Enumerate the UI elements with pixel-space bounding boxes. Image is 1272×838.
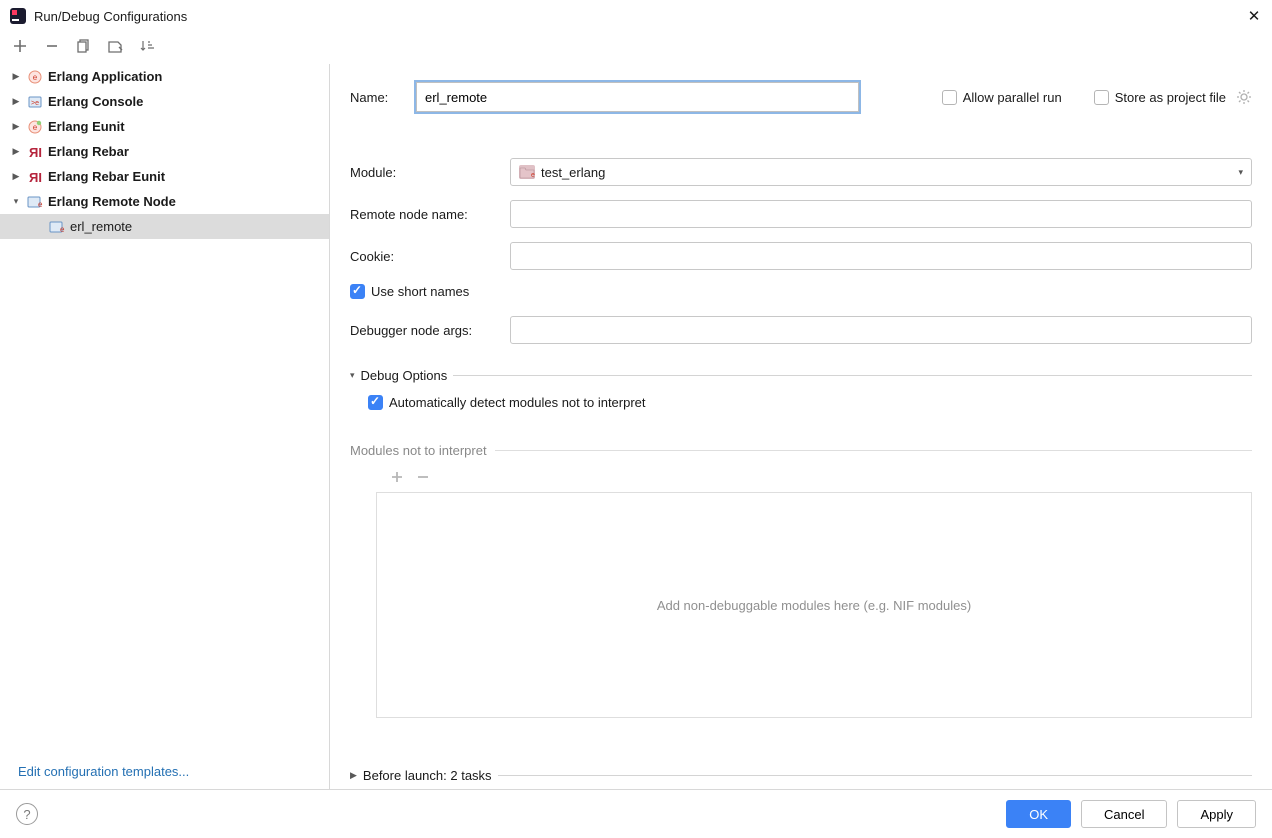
svg-text:ЯI: ЯI <box>29 170 42 184</box>
add-module-button[interactable] <box>390 470 404 484</box>
ok-button[interactable]: OK <box>1006 800 1071 828</box>
intellij-icon <box>10 8 26 24</box>
allow-parallel-checkbox[interactable]: Allow parallel run <box>942 90 1062 105</box>
tree-item-erlang-rebar[interactable]: ▶ ЯI Erlang Rebar <box>0 139 329 164</box>
erlang-eunit-icon: e <box>26 119 44 135</box>
chevron-right-icon: ▶ <box>10 96 22 107</box>
use-short-names-checkbox[interactable]: Use short names <box>350 284 469 299</box>
gear-icon[interactable] <box>1236 89 1252 105</box>
auto-detect-checkbox[interactable]: Automatically detect modules not to inte… <box>368 395 646 410</box>
debugger-args-label: Debugger node args: <box>350 323 510 338</box>
remove-module-button[interactable] <box>416 470 430 484</box>
svg-text:e: e <box>33 73 38 82</box>
config-tree-sidebar: ▶ e Erlang Application ▶ >e Erlang Conso… <box>0 64 330 789</box>
config-tree: ▶ e Erlang Application ▶ >e Erlang Conso… <box>0 64 329 754</box>
title-bar: Run/Debug Configurations ✕ <box>0 0 1272 32</box>
cancel-button[interactable]: Cancel <box>1081 800 1167 828</box>
chevron-right-icon: ▶ <box>10 171 22 182</box>
modules-drop-area[interactable]: Add non-debuggable modules here (e.g. NI… <box>376 492 1252 718</box>
svg-text:ЯI: ЯI <box>29 145 42 159</box>
config-toolbar <box>0 32 1272 64</box>
help-icon[interactable]: ? <box>16 803 38 825</box>
remote-node-icon: e <box>48 219 66 235</box>
chevron-down-icon: ▾ <box>1238 167 1243 178</box>
chevron-right-icon: ▶ <box>350 770 357 781</box>
tree-item-erlang-console[interactable]: ▶ >e Erlang Console <box>0 89 329 114</box>
config-form: Name: Allow parallel run Store as projec… <box>330 64 1272 789</box>
edit-templates-link[interactable]: Edit configuration templates... <box>0 754 329 789</box>
close-icon[interactable]: ✕ <box>1246 7 1262 25</box>
rebar-icon: ЯI <box>26 169 44 185</box>
chevron-right-icon: ▶ <box>10 71 22 82</box>
svg-text:e: e <box>531 172 535 179</box>
before-launch-section[interactable]: ▶ Before launch: 2 tasks <box>350 768 1252 783</box>
save-config-button[interactable] <box>106 36 126 56</box>
svg-text:e: e <box>33 123 38 132</box>
cookie-input[interactable] <box>510 242 1252 270</box>
remote-node-label: Remote node name: <box>350 207 510 222</box>
name-label: Name: <box>350 90 410 105</box>
tree-item-erlang-eunit[interactable]: ▶ e Erlang Eunit <box>0 114 329 139</box>
svg-text:e: e <box>60 225 65 234</box>
remote-node-input[interactable] <box>510 200 1252 228</box>
rebar-icon: ЯI <box>26 144 44 160</box>
tree-item-erlang-rebar-eunit[interactable]: ▶ ЯI Erlang Rebar Eunit <box>0 164 329 189</box>
modules-not-interpret-label: Modules not to interpret <box>350 443 1252 458</box>
name-input[interactable] <box>416 82 859 112</box>
module-select[interactable]: e test_erlang ▾ <box>510 158 1252 186</box>
apply-button[interactable]: Apply <box>1177 800 1256 828</box>
chevron-right-icon: ▶ <box>10 121 22 132</box>
erlang-console-icon: >e <box>26 94 44 110</box>
store-as-project-checkbox[interactable]: Store as project file <box>1094 90 1226 105</box>
add-config-button[interactable] <box>10 36 30 56</box>
tree-item-erlang-remote-node[interactable]: ▾ e Erlang Remote Node <box>0 189 329 214</box>
window-title: Run/Debug Configurations <box>34 9 1246 24</box>
module-label: Module: <box>350 165 510 180</box>
debug-options-section[interactable]: ▾ Debug Options <box>350 368 1252 383</box>
module-icon: e <box>519 165 535 179</box>
remove-config-button[interactable] <box>42 36 62 56</box>
dialog-footer: ? OK Cancel Apply <box>0 789 1272 838</box>
chevron-down-icon: ▾ <box>10 196 22 207</box>
svg-text:>e: >e <box>31 100 39 107</box>
chevron-down-icon: ▾ <box>350 370 355 381</box>
cookie-label: Cookie: <box>350 249 510 264</box>
tree-item-erl-remote[interactable]: e erl_remote <box>0 214 329 239</box>
tree-item-erlang-application[interactable]: ▶ e Erlang Application <box>0 64 329 89</box>
debugger-args-input[interactable] <box>510 316 1252 344</box>
svg-text:e: e <box>38 200 43 209</box>
sort-button[interactable] <box>138 36 158 56</box>
chevron-right-icon: ▶ <box>10 146 22 157</box>
copy-config-button[interactable] <box>74 36 94 56</box>
remote-node-icon: e <box>26 194 44 210</box>
erlang-app-icon: e <box>26 69 44 85</box>
